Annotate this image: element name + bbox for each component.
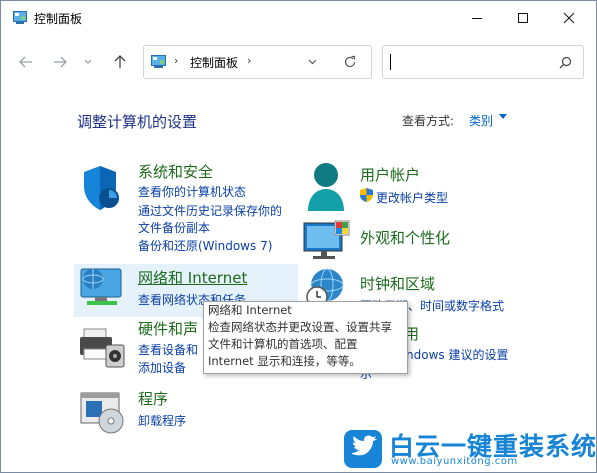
tooltip-title: 网络和 Internet <box>208 303 292 317</box>
chevron-down-icon <box>84 59 92 64</box>
back-arrow-icon <box>19 56 32 68</box>
link-file-history[interactable]: 通过文件历史记录保存你的 <box>138 202 282 219</box>
back-button[interactable] <box>15 51 37 73</box>
close-button[interactable] <box>546 1 592 35</box>
forward-arrow-icon <box>54 56 67 68</box>
link-view-devices[interactable]: 查看设备和 <box>138 341 198 358</box>
search-box[interactable] <box>382 45 584 79</box>
tooltip-line: Internet 显示和连接，等等。 <box>208 354 361 368</box>
link-uninstall-program[interactable]: 卸载程序 <box>138 412 186 429</box>
network-globe-icon[interactable] <box>79 265 125 309</box>
appearance-icon[interactable] <box>303 219 351 261</box>
link-add-device[interactable]: 添加设备 <box>138 359 186 376</box>
category-user-accounts[interactable]: 用户帐户 <box>360 164 420 185</box>
watermark: 白云一键重装系统 www.baiyunxitong.com <box>344 424 596 472</box>
link-view-computer-status[interactable]: 查看你的计算机状态 <box>138 183 246 200</box>
link-backup-restore[interactable]: 备份和还原(Windows 7) <box>138 237 272 254</box>
category-clock-region[interactable]: 时钟和区域 <box>360 273 435 294</box>
link-windows-suggested-settings[interactable]: ndows 建议的设置 <box>406 346 508 363</box>
category-system-security[interactable]: 系统和安全 <box>138 161 213 182</box>
uac-shield-icon <box>360 188 373 202</box>
maximize-icon <box>518 13 528 23</box>
programs-icon[interactable] <box>80 391 128 435</box>
category-hardware-sound[interactable]: 硬件和声 <box>138 318 198 339</box>
window-title: 控制面板 <box>34 12 83 26</box>
watermark-url: www.baiyunxitong.com <box>391 456 518 467</box>
recent-locations-button[interactable] <box>80 51 96 73</box>
network-tooltip: 网络和 Internet 检查网络状态并更改设置、设置共享 文件和计算机的首选项… <box>203 301 408 374</box>
category-network-internet[interactable]: 网络和 Internet <box>138 267 247 288</box>
shield-icon[interactable] <box>80 164 122 212</box>
breadcrumb-control-panel[interactable]: 控制面板 <box>190 54 238 71</box>
bird-logo-icon <box>344 430 382 468</box>
up-button[interactable] <box>109 51 131 73</box>
search-input[interactable] <box>393 50 547 74</box>
link-change-account-type[interactable]: 更改帐户类型 <box>376 189 448 206</box>
chevron-down-icon[interactable] <box>308 59 317 65</box>
link-file-history-cont[interactable]: 文件备份副本 <box>138 219 210 236</box>
control-panel-window: 控制面板 › 控制面板 › 调整计算机的设置 查看方式: 类别 系统和安全 查看… <box>0 0 597 473</box>
breadcrumb-separator-icon[interactable]: › <box>174 54 178 67</box>
minimize-icon <box>472 18 482 19</box>
page-title: 调整计算机的设置 <box>77 113 198 131</box>
tooltip-line: 文件和计算机的首选项、配置 <box>208 337 358 351</box>
control-panel-icon <box>151 55 166 68</box>
user-accounts-icon[interactable] <box>304 161 348 211</box>
minimize-button[interactable] <box>454 1 500 35</box>
category-programs[interactable]: 程序 <box>138 388 168 409</box>
close-icon <box>563 12 575 24</box>
forward-button[interactable] <box>49 51 71 73</box>
control-panel-icon <box>13 11 27 24</box>
category-appearance[interactable]: 外观和个性化 <box>360 227 450 248</box>
tooltip-line: 检查网络状态并更改设置、设置共享 <box>208 320 392 334</box>
breadcrumb-separator-icon[interactable]: › <box>247 54 251 67</box>
dropdown-arrow-icon[interactable] <box>499 114 507 119</box>
up-arrow-icon <box>114 55 126 68</box>
maximize-button[interactable] <box>500 1 546 35</box>
search-icon[interactable] <box>559 56 572 69</box>
title-bar: 控制面板 <box>1 1 596 35</box>
printer-speaker-icon[interactable] <box>80 327 126 369</box>
text-caret <box>390 54 391 70</box>
address-bar[interactable]: › 控制面板 › <box>143 45 372 79</box>
refresh-icon[interactable] <box>343 55 357 69</box>
view-by-dropdown[interactable]: 类别 <box>469 112 493 129</box>
view-by-label: 查看方式: <box>402 114 455 128</box>
